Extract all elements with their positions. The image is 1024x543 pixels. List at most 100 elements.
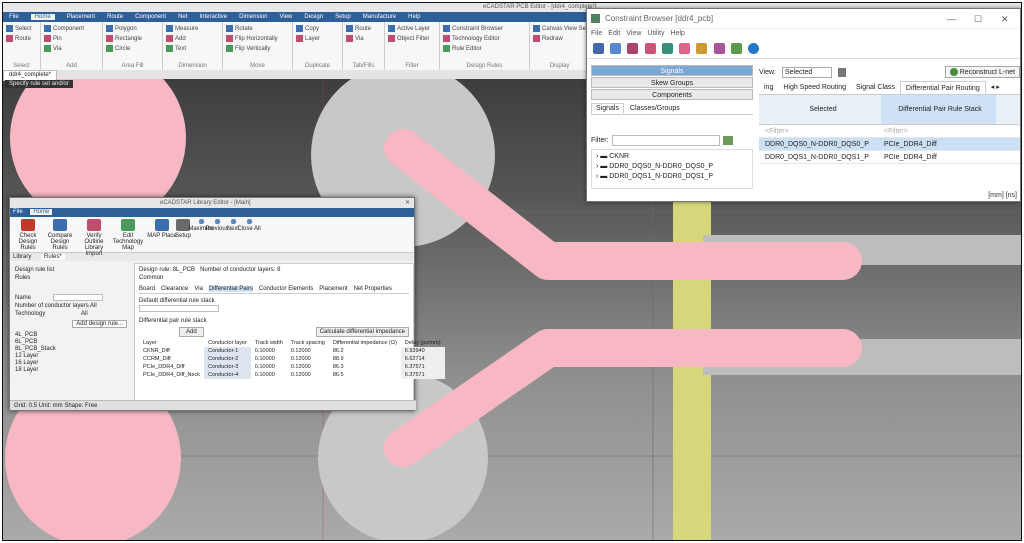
rule-cell[interactable]: PCIe_DDR4_Diff	[881, 138, 996, 150]
doc-tab-rules[interactable]: Rules*	[41, 254, 65, 260]
table-cell[interactable]: 86.2	[329, 347, 401, 355]
tab-high-speed-routing[interactable]: High Speed Routing	[778, 81, 851, 94]
class-icon[interactable]	[713, 43, 725, 54]
menu-tab-manufacture[interactable]: Manufacture	[363, 14, 396, 20]
ribbon-button[interactable]: Via	[346, 35, 364, 42]
filter-input[interactable]	[611, 135, 720, 146]
ribbon-button[interactable]: Copy	[296, 25, 319, 32]
table-row[interactable]: PCIe_DDR4_Diff Conductor-3 0.10000 0.12000 8…	[139, 363, 445, 372]
list-item[interactable]: 6L_PCB	[15, 339, 127, 346]
ribbon-button[interactable]: Circle	[106, 45, 130, 52]
le-tab-home[interactable]: Home	[30, 209, 53, 215]
le-ribbon-button[interactable]: Close All	[234, 219, 264, 232]
ribbon-button[interactable]: Object Filter	[388, 35, 429, 42]
tab-signals[interactable]: Signals	[591, 103, 624, 114]
export-icon[interactable]	[730, 43, 742, 54]
ribbon-button[interactable]: Pin	[44, 35, 62, 42]
table-cell[interactable]: Conductor-3	[204, 363, 251, 372]
ribbon-button[interactable]: Redraw	[533, 35, 563, 42]
le-close-icon[interactable]: ✕	[405, 198, 410, 208]
menu-tab-interactive[interactable]: Interactive	[199, 14, 227, 20]
ribbon-button[interactable]: Measure	[166, 25, 198, 32]
ribbon-button[interactable]: Technology Editor	[443, 35, 500, 42]
menu-tab-view[interactable]: View	[279, 14, 292, 20]
table-cell[interactable]: 0.10000	[251, 363, 287, 371]
tab-placement[interactable]: Placement	[319, 286, 347, 292]
ribbon-button[interactable]: Active Layer	[388, 25, 430, 32]
reconstruct-lnet-button[interactable]: Reconstruct L-net	[944, 66, 1020, 78]
ribbon-button[interactable]: Text	[166, 45, 186, 52]
ribbon-button[interactable]: Flip Vertically	[226, 45, 270, 52]
tab-scroll-arrows[interactable]: ◂ ▸	[986, 81, 1005, 94]
ribbon-button[interactable]: Rule Editor	[443, 45, 482, 52]
menu-help[interactable]: Help	[671, 30, 685, 37]
ribbon-button[interactable]: Constraint Browser	[443, 25, 503, 32]
name-input[interactable]	[52, 294, 103, 301]
help-icon[interactable]	[748, 43, 760, 54]
add-button[interactable]: Add	[179, 327, 204, 338]
list-item[interactable]: 8L_PCB_Stack	[15, 346, 127, 353]
conductor-select[interactable]: All	[90, 303, 97, 309]
table-cell[interactable]: 0.12000	[287, 363, 329, 371]
minimize-button[interactable]: —	[947, 9, 956, 29]
ribbon-button[interactable]: Select	[6, 25, 32, 32]
tab-classes-groups[interactable]: Classes/Groups	[626, 104, 684, 113]
menu-tab-component[interactable]: Component	[135, 14, 166, 20]
table-cell[interactable]: Conductor-2	[204, 355, 251, 364]
nav-skew-groups[interactable]: Skew Groups	[591, 77, 753, 88]
tab-differential-pair-routing[interactable]: Differential Pair Routing	[899, 81, 986, 94]
nav-signals[interactable]: Signals	[591, 65, 753, 76]
menu-tab-net[interactable]: Net	[178, 14, 187, 20]
ribbon-button[interactable]: Component	[44, 25, 84, 32]
table-cell[interactable]: 86.5	[329, 371, 401, 379]
calc-impedance-button[interactable]: Calculate differential impedance	[315, 327, 409, 338]
table-cell[interactable]: 6.93940	[400, 347, 445, 356]
table-cell[interactable]: 86.3	[329, 363, 401, 371]
menu-utility[interactable]: Utility	[647, 30, 664, 37]
list-item[interactable]: 12 Layer	[15, 353, 127, 360]
table-row[interactable]: CCRM_Diff Conductor-2 0.10000 0.12000 88.9 6.…	[139, 355, 445, 364]
close-button[interactable]: ✕	[1001, 9, 1009, 29]
menu-tab-home[interactable]: Home	[30, 14, 55, 20]
tab-clearance[interactable]: Clearance	[161, 286, 188, 292]
table-cell[interactable]: 88.9	[329, 355, 401, 363]
tab-differential-pairs[interactable]: Differential Pairs	[208, 286, 253, 292]
table-cell[interactable]: Conductor-1	[204, 347, 251, 356]
menu-view[interactable]: View	[626, 30, 641, 37]
edit-icon[interactable]	[696, 43, 708, 54]
net-icon[interactable]	[644, 43, 656, 54]
maximize-button[interactable]: ☐	[974, 9, 982, 29]
filter-icon[interactable]	[722, 136, 733, 145]
menu-edit[interactable]: Edit	[608, 30, 620, 37]
menu-tab-placement[interactable]: Placement	[67, 14, 95, 20]
list-item[interactable]: 4L_PCB	[15, 332, 127, 339]
tab-via[interactable]: Via	[194, 286, 203, 292]
tree-item[interactable]: › ▬ CKNR	[596, 152, 748, 162]
ribbon-button[interactable]: Layer	[296, 35, 320, 42]
rule-cell[interactable]: PCIe_DDR4_Diff	[881, 151, 996, 163]
le-tab-file[interactable]: File	[13, 209, 23, 215]
view-select[interactable]: Selected	[782, 66, 832, 78]
ribbon-button[interactable]: Flip Horizontally	[226, 35, 278, 42]
nav-components[interactable]: Components	[591, 89, 753, 100]
doc-tab-library[interactable]: Library	[13, 254, 31, 260]
table-cell[interactable]: 6.37571	[400, 363, 445, 372]
ribbon-button[interactable]: Rotate	[226, 25, 253, 32]
undo-icon[interactable]	[610, 43, 622, 54]
table-row[interactable]: DDR0_DQS0_N-DDR0_DQS0_P PCIe_DDR4_Diff	[759, 138, 1020, 151]
menu-tab-help[interactable]: Help	[408, 14, 420, 20]
route-icon[interactable]	[627, 43, 639, 54]
table-cell[interactable]: 0.10000	[251, 371, 287, 379]
pair-icon[interactable]	[661, 43, 673, 54]
save-icon[interactable]	[593, 43, 604, 54]
table-cell[interactable]: 6.62714	[400, 355, 445, 364]
default-stack-select[interactable]	[139, 305, 219, 312]
menu-tab-dimension[interactable]: Dimension	[239, 14, 267, 20]
filter-cell[interactable]: <Filter>	[881, 125, 996, 137]
le-ribbon-button[interactable]: Verify Outline Library Import	[78, 219, 110, 257]
filter-cell[interactable]: <Filter>	[759, 125, 881, 137]
table-cell[interactable]: 0.12000	[287, 355, 329, 363]
menu-tab-design[interactable]: Design	[304, 14, 323, 20]
list-item[interactable]: 16 Layer	[15, 360, 127, 367]
le-ribbon-button[interactable]: Check Design Rules	[12, 219, 44, 251]
